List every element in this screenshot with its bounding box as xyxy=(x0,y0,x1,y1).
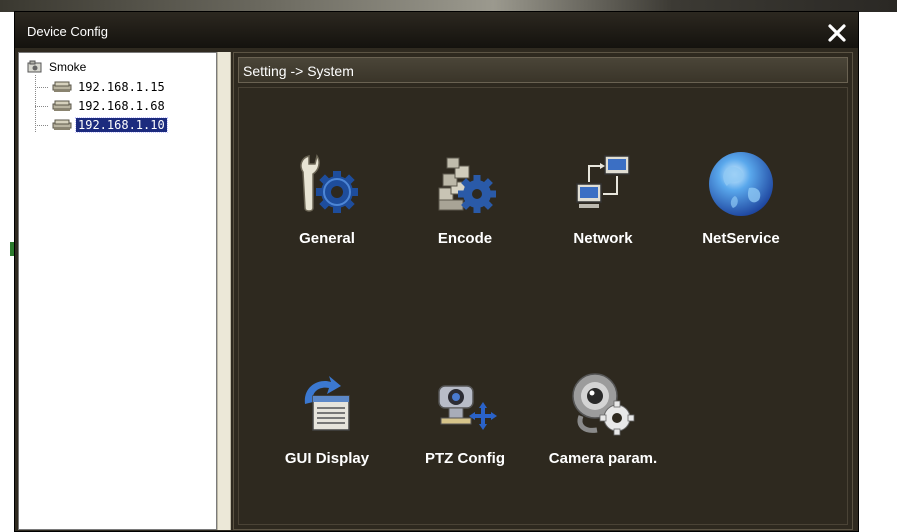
tree-device-item[interactable]: 192.168.1.15 xyxy=(35,79,167,95)
breadcrumb: Setting -> System xyxy=(243,63,354,79)
encode-button[interactable]: Encode xyxy=(405,148,525,258)
tree-device-label: 192.168.1.68 xyxy=(78,99,165,113)
breadcrumb-bar: Setting -> System xyxy=(238,57,848,83)
settings-grid: General Encode Network NetService GUI Di… xyxy=(238,87,848,525)
general-label: General xyxy=(299,230,355,247)
tree-root-smoke[interactable]: Smoke xyxy=(27,59,86,75)
encode-label: Encode xyxy=(437,230,493,247)
tree-connector xyxy=(35,105,48,107)
netservice-button[interactable]: NetService xyxy=(681,148,801,258)
tree-root-label: Smoke xyxy=(49,60,87,74)
tree-device-label: 192.168.1.15 xyxy=(78,80,165,94)
webcam-gear-icon xyxy=(572,373,635,436)
gui-display-label: GUI Display xyxy=(284,450,370,467)
close-icon xyxy=(828,24,846,42)
general-button[interactable]: General xyxy=(267,148,387,258)
camera-param-label: Camera param. xyxy=(548,450,658,467)
ptz-camera-icon xyxy=(438,385,497,430)
camera-param-button[interactable]: Camera param. xyxy=(543,368,663,478)
background-left-edge xyxy=(0,12,14,532)
window-title: Device Config xyxy=(27,24,108,39)
network-label: Network xyxy=(573,230,633,247)
ptz-config-label: PTZ Config xyxy=(425,450,505,467)
tree-connector xyxy=(35,124,48,126)
tree-device-label: 192.168.1.10 xyxy=(75,117,168,133)
dvr-device-icon xyxy=(52,119,72,130)
settings-panel: Setting -> System General Encode Network… xyxy=(233,52,853,530)
ptz-config-button[interactable]: PTZ Config xyxy=(405,368,525,478)
camera-group-icon xyxy=(27,60,42,73)
device-config-window: Device Config Smoke 192.168.1.15 192.168… xyxy=(14,11,859,532)
globe-icon xyxy=(709,152,773,216)
tree-device-item[interactable]: 192.168.1.68 xyxy=(35,98,167,114)
network-button[interactable]: Network xyxy=(543,148,663,258)
device-tree[interactable]: Smoke 192.168.1.15 192.168.1.68 192.168.… xyxy=(18,52,217,530)
gui-display-button[interactable]: GUI Display xyxy=(267,368,387,478)
tree-device-item-selected[interactable]: 192.168.1.10 xyxy=(35,117,168,133)
network-computers-icon xyxy=(576,155,630,208)
wrench-gear-icon xyxy=(300,154,358,213)
netservice-label: NetService xyxy=(702,230,780,247)
panel-splitter[interactable] xyxy=(217,52,231,530)
tree-connector xyxy=(35,86,48,88)
gui-display-icon xyxy=(304,376,350,431)
blocks-gear-icon xyxy=(438,157,496,213)
dvr-device-icon xyxy=(52,81,72,92)
dvr-device-icon xyxy=(52,100,72,111)
close-button[interactable] xyxy=(826,22,848,44)
title-bar[interactable]: Device Config xyxy=(15,12,858,48)
